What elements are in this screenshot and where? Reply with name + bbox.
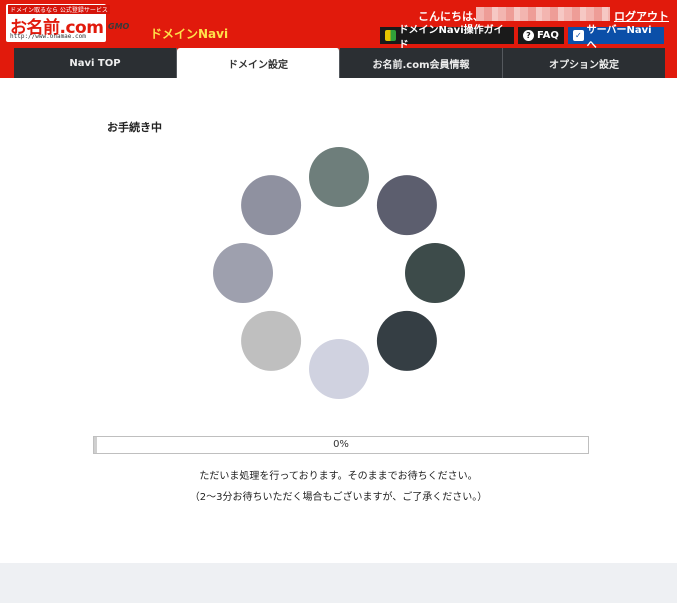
spinner-dot <box>376 175 437 236</box>
spinner-dot <box>309 147 369 207</box>
spinner-dot <box>405 243 465 303</box>
wait-note: （2〜3分お待ちいただく場合もございますが、ご了承ください。） <box>189 492 488 503</box>
loading-spinner <box>213 147 465 399</box>
spinner-dot <box>213 243 273 303</box>
progress-label: 0% <box>333 439 349 450</box>
spinner-dot <box>241 175 302 236</box>
footer <box>0 563 677 603</box>
progress-bar: 0% <box>93 436 589 454</box>
spinner-dot <box>376 310 437 371</box>
spinner-dot <box>241 310 302 371</box>
spinner-dot <box>309 339 369 399</box>
processing-message: ただいま処理を行っております。そのままでお待ちください。 <box>199 471 478 482</box>
